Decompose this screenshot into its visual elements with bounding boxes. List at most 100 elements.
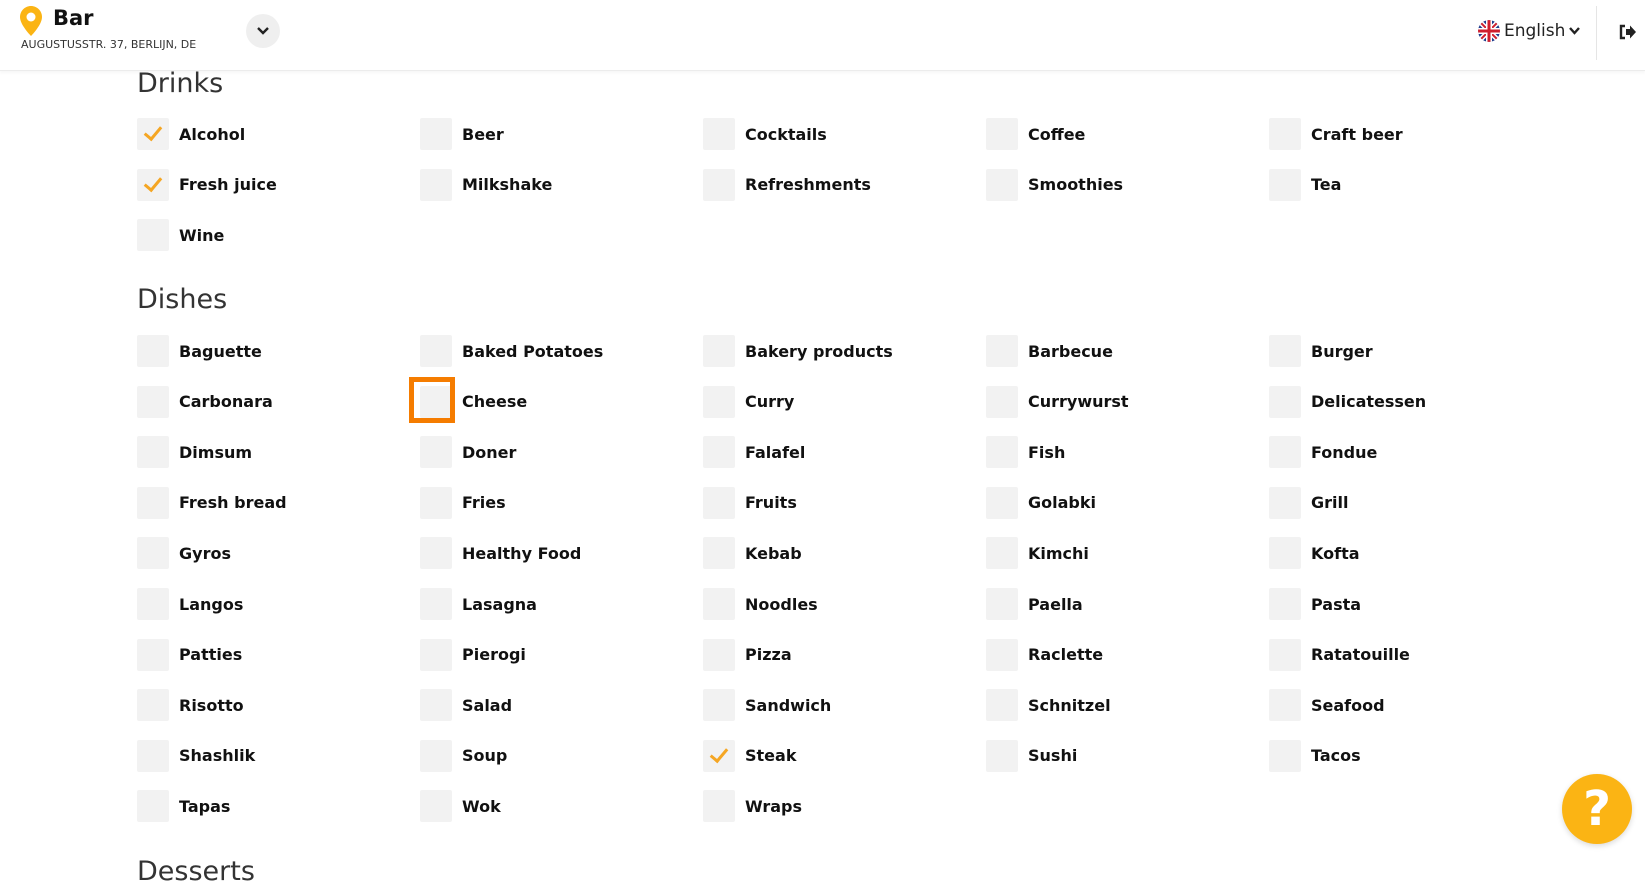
checkbox[interactable] xyxy=(1269,385,1301,418)
checkbox[interactable] xyxy=(420,436,452,469)
venue-switch-button[interactable] xyxy=(246,14,280,48)
checkbox[interactable] xyxy=(420,689,452,722)
option-baked-potatoes[interactable]: Baked Potatoes xyxy=(420,335,603,367)
option-langos[interactable]: Langos xyxy=(137,588,243,620)
option-coffee[interactable]: Coffee xyxy=(986,118,1085,150)
option-fries[interactable]: Fries xyxy=(420,486,506,519)
checkbox[interactable] xyxy=(1269,335,1301,367)
option-kimchi[interactable]: Kimchi xyxy=(986,537,1089,570)
checkbox[interactable] xyxy=(703,118,735,150)
checkbox[interactable] xyxy=(703,486,735,519)
checkbox[interactable] xyxy=(986,385,1018,418)
option-fresh-bread[interactable]: Fresh bread xyxy=(137,486,287,519)
checkbox[interactable] xyxy=(986,739,1018,772)
checkbox[interactable] xyxy=(137,436,169,469)
checkbox[interactable] xyxy=(986,689,1018,722)
checkbox[interactable] xyxy=(1269,638,1301,671)
checkbox[interactable] xyxy=(420,588,452,620)
option-kebab[interactable]: Kebab xyxy=(703,537,802,570)
checkbox[interactable] xyxy=(703,739,735,772)
checkbox[interactable] xyxy=(420,118,452,150)
option-risotto[interactable]: Risotto xyxy=(137,689,244,722)
checkbox[interactable] xyxy=(986,118,1018,150)
option-kofta[interactable]: Kofta xyxy=(1269,537,1360,570)
option-wraps[interactable]: Wraps xyxy=(703,790,802,823)
option-sandwich[interactable]: Sandwich xyxy=(703,689,831,722)
option-currywurst[interactable]: Currywurst xyxy=(986,385,1129,418)
checkbox[interactable] xyxy=(703,790,735,823)
checkbox[interactable] xyxy=(703,689,735,722)
option-bakery-products[interactable]: Bakery products xyxy=(703,335,893,367)
option-ratatouille[interactable]: Ratatouille xyxy=(1269,638,1410,671)
checkbox[interactable] xyxy=(420,790,452,823)
option-fondue[interactable]: Fondue xyxy=(1269,436,1377,469)
checkbox[interactable] xyxy=(986,168,1018,201)
checkbox[interactable] xyxy=(137,689,169,722)
checkbox[interactable] xyxy=(1269,118,1301,150)
checkbox[interactable] xyxy=(986,436,1018,469)
option-fish[interactable]: Fish xyxy=(986,436,1065,469)
option-paella[interactable]: Paella xyxy=(986,588,1083,620)
checkbox[interactable] xyxy=(137,118,169,150)
option-raclette[interactable]: Raclette xyxy=(986,638,1103,671)
option-barbecue[interactable]: Barbecue xyxy=(986,335,1113,367)
option-refreshments[interactable]: Refreshments xyxy=(703,168,871,201)
option-burger[interactable]: Burger xyxy=(1269,335,1373,367)
option-fresh-juice[interactable]: Fresh juice xyxy=(137,168,277,201)
option-cheese[interactable]: Cheese xyxy=(420,385,527,418)
checkbox[interactable] xyxy=(420,486,452,519)
checkbox[interactable] xyxy=(137,168,169,201)
option-golabki[interactable]: Golabki xyxy=(986,486,1096,519)
checkbox[interactable] xyxy=(420,335,452,367)
option-delicatessen[interactable]: Delicatessen xyxy=(1269,385,1426,418)
option-fruits[interactable]: Fruits xyxy=(703,486,797,519)
option-lasagna[interactable]: Lasagna xyxy=(420,588,537,620)
checkbox[interactable] xyxy=(703,385,735,418)
option-wok[interactable]: Wok xyxy=(420,790,501,823)
checkbox[interactable] xyxy=(703,168,735,201)
checkbox[interactable] xyxy=(137,638,169,671)
option-beer[interactable]: Beer xyxy=(420,118,504,150)
checkbox[interactable] xyxy=(986,537,1018,570)
checkbox[interactable] xyxy=(137,219,169,252)
option-grill[interactable]: Grill xyxy=(1269,486,1348,519)
option-seafood[interactable]: Seafood xyxy=(1269,689,1385,722)
option-steak[interactable]: Steak xyxy=(703,739,796,772)
option-carbonara[interactable]: Carbonara xyxy=(137,385,273,418)
checkbox[interactable] xyxy=(1269,436,1301,469)
option-gyros[interactable]: Gyros xyxy=(137,537,231,570)
language-selector[interactable]: English xyxy=(1478,18,1581,44)
checkbox[interactable] xyxy=(137,335,169,367)
option-curry[interactable]: Curry xyxy=(703,385,794,418)
checkbox[interactable] xyxy=(420,638,452,671)
option-schnitzel[interactable]: Schnitzel xyxy=(986,689,1111,722)
option-dimsum[interactable]: Dimsum xyxy=(137,436,252,469)
option-baguette[interactable]: Baguette xyxy=(137,335,262,367)
checkbox[interactable] xyxy=(703,436,735,469)
checkbox[interactable] xyxy=(986,335,1018,367)
option-pizza[interactable]: Pizza xyxy=(703,638,792,671)
option-patties[interactable]: Patties xyxy=(137,638,242,671)
checkbox[interactable] xyxy=(420,168,452,201)
checkbox[interactable] xyxy=(137,588,169,620)
option-cocktails[interactable]: Cocktails xyxy=(703,118,827,150)
checkbox[interactable] xyxy=(137,790,169,823)
checkbox[interactable] xyxy=(703,537,735,570)
checkbox[interactable] xyxy=(137,486,169,519)
option-craft-beer[interactable]: Craft beer xyxy=(1269,118,1403,150)
option-wine[interactable]: Wine xyxy=(137,219,224,252)
option-soup[interactable]: Soup xyxy=(420,739,507,772)
checkbox[interactable] xyxy=(703,638,735,671)
option-tacos[interactable]: Tacos xyxy=(1269,739,1361,772)
checkbox[interactable] xyxy=(1269,486,1301,519)
option-doner[interactable]: Doner xyxy=(420,436,516,469)
option-healthy-food[interactable]: Healthy Food xyxy=(420,537,581,570)
checkbox[interactable] xyxy=(986,638,1018,671)
checkbox[interactable] xyxy=(703,335,735,367)
option-milkshake[interactable]: Milkshake xyxy=(420,168,552,201)
checkbox[interactable] xyxy=(703,588,735,620)
checkbox[interactable] xyxy=(420,385,452,418)
checkbox[interactable] xyxy=(137,739,169,772)
checkbox[interactable] xyxy=(986,588,1018,620)
help-button[interactable]: ? xyxy=(1562,774,1632,844)
